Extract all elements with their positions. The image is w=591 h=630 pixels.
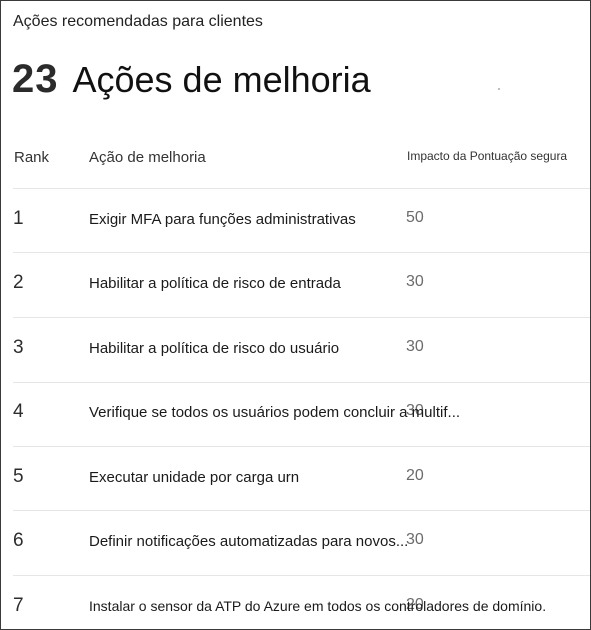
- row-divider: [13, 382, 590, 383]
- row-rank: 5: [13, 466, 24, 487]
- row-action[interactable]: Verifique se todos os usuários podem con…: [89, 404, 460, 421]
- row-action[interactable]: Exigir MFA para funções administrativas: [89, 211, 356, 228]
- card-title: Ações recomendadas para clientes: [13, 13, 263, 30]
- recommended-actions-card: Ações recomendadas para clientes 23 Açõe…: [0, 0, 591, 630]
- row-divider: [13, 510, 590, 511]
- improvement-actions-count: 23: [12, 57, 59, 101]
- row-impact: 30: [406, 338, 424, 355]
- row-rank: 6: [13, 530, 24, 551]
- table-row[interactable]: 1 Exigir MFA para funções administrativa…: [1, 200, 590, 240]
- improvement-actions-label: Ações de melhoria: [72, 59, 371, 100]
- table-row[interactable]: 2 Habilitar a política de risco de entra…: [1, 264, 590, 304]
- row-rank: 2: [13, 272, 24, 293]
- table-row[interactable]: 4 30 Verifique se todos os usuários pode…: [1, 393, 590, 433]
- header-divider: [13, 188, 590, 189]
- row-action[interactable]: Executar unidade por carga urn: [89, 469, 299, 486]
- column-header-rank[interactable]: Rank: [14, 149, 49, 166]
- row-impact: 20: [406, 467, 424, 484]
- decorative-dot: [498, 88, 500, 90]
- row-impact: 50: [406, 209, 424, 226]
- row-divider: [13, 575, 590, 576]
- row-action[interactable]: Habilitar a política de risco do usuário: [89, 340, 339, 357]
- row-impact: 30: [406, 273, 424, 290]
- row-rank: 3: [13, 337, 24, 358]
- column-header-impact[interactable]: Impacto da Pontuação segura: [407, 149, 567, 163]
- improvement-actions-summary: 23 Ações de melhoria: [12, 57, 371, 102]
- row-rank: 4: [13, 401, 24, 422]
- row-action[interactable]: Definir notificações automatizadas para …: [89, 533, 408, 550]
- column-header-action[interactable]: Ação de melhoria: [89, 149, 206, 166]
- row-rank: 1: [13, 208, 24, 229]
- table-row[interactable]: 6 30 Definir notificações automatizadas …: [1, 522, 590, 562]
- row-divider: [13, 317, 590, 318]
- row-rank: 7: [13, 595, 24, 616]
- table-row[interactable]: 7 20 Instalar o sensor da ATP do Azure e…: [1, 587, 590, 627]
- table-row[interactable]: 3 Habilitar a política de risco do usuár…: [1, 329, 590, 369]
- row-action[interactable]: Instalar o sensor da ATP do Azure em tod…: [89, 598, 546, 614]
- row-divider: [13, 252, 590, 253]
- row-impact: 30: [406, 531, 424, 548]
- row-action[interactable]: Habilitar a política de risco de entrada: [89, 275, 341, 292]
- row-divider: [13, 446, 590, 447]
- table-row[interactable]: 5 Executar unidade por carga urn 20: [1, 458, 590, 498]
